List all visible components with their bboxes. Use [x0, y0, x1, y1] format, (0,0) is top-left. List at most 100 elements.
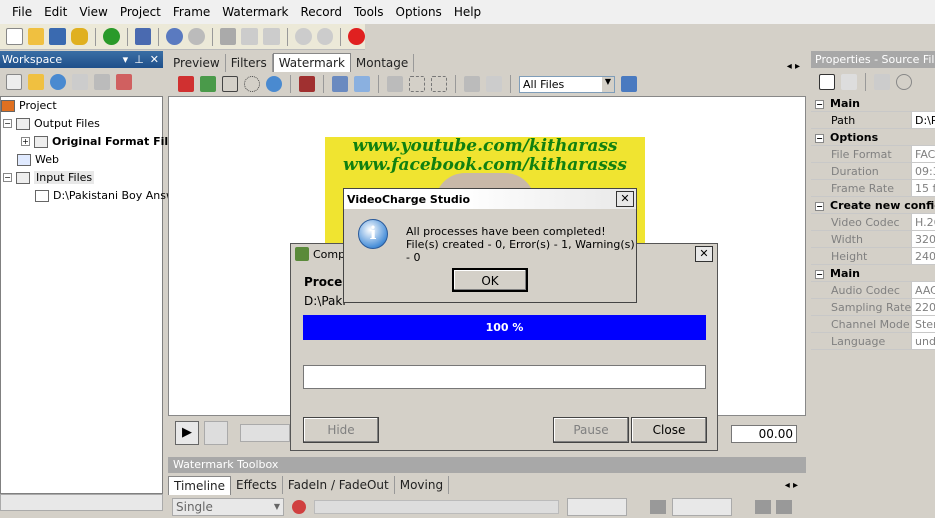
cut-icon[interactable]: [219, 28, 237, 45]
import-icon[interactable]: [486, 76, 502, 92]
delete-icon[interactable]: [292, 500, 306, 514]
mode-select[interactable]: Single ▼: [172, 498, 284, 516]
chevron-down-icon[interactable]: ▼: [274, 499, 283, 515]
dropdown-icon[interactable]: ▾: [123, 53, 129, 66]
remove-key-icon[interactable]: [776, 500, 792, 514]
flask-icon[interactable]: [134, 28, 152, 45]
start-time-field[interactable]: [567, 498, 627, 516]
stop-icon[interactable]: [204, 421, 228, 445]
text-watermark-icon[interactable]: [178, 76, 194, 92]
tree-input-files[interactable]: − Input Files: [3, 171, 95, 184]
end-time-field[interactable]: [672, 498, 732, 516]
edit-icon[interactable]: [72, 74, 88, 90]
property-category[interactable]: − Main: [811, 265, 935, 282]
tools-icon[interactable]: [464, 76, 480, 92]
property-category[interactable]: − Options: [811, 129, 935, 146]
time-field[interactable]: 00.00: [731, 425, 797, 443]
settings-icon[interactable]: [874, 74, 890, 90]
image-watermark-icon[interactable]: [200, 76, 216, 92]
property-value[interactable]: 320: [911, 231, 935, 248]
collapse-icon[interactable]: −: [815, 270, 824, 279]
eraser-icon[interactable]: [354, 76, 370, 92]
property-row[interactable]: Sampling Rate 220: [811, 299, 935, 316]
property-value[interactable]: 240: [911, 248, 935, 265]
property-value[interactable]: D:\P: [911, 112, 935, 129]
copyright-icon[interactable]: [896, 74, 912, 90]
property-row[interactable]: File Format FAC: [811, 146, 935, 163]
tab-scroll-arrows[interactable]: ◂ ▸: [777, 480, 806, 491]
collapse-icon[interactable]: −: [3, 173, 12, 182]
property-value[interactable]: Ster: [911, 316, 935, 333]
menu-watermark[interactable]: Watermark: [216, 5, 294, 19]
edit-key-icon[interactable]: [755, 500, 771, 514]
redo-icon[interactable]: [188, 28, 205, 45]
tab-fadein-fadeout[interactable]: FadeIn / FadeOut: [283, 476, 395, 494]
property-row[interactable]: Frame Rate 15 f: [811, 180, 935, 197]
tab-filters[interactable]: Filters: [226, 54, 273, 72]
categorized-icon[interactable]: [819, 74, 835, 90]
menu-record[interactable]: Record: [294, 5, 347, 19]
collapse-icon[interactable]: −: [815, 134, 824, 143]
copy-icon[interactable]: [241, 28, 259, 45]
menu-edit[interactable]: Edit: [38, 5, 73, 19]
property-row[interactable]: PathD:\P: [811, 112, 935, 129]
property-row[interactable]: Language und: [811, 333, 935, 350]
move-icon[interactable]: [621, 76, 637, 92]
add-circle-icon[interactable]: [294, 28, 312, 45]
tab-scroll-arrows[interactable]: ◂ ▸: [779, 61, 808, 72]
save-icon[interactable]: [49, 28, 67, 45]
hide-button[interactable]: Hide: [303, 417, 379, 443]
paste-icon[interactable]: [263, 28, 280, 45]
film-icon[interactable]: [299, 76, 315, 92]
ok-button[interactable]: OK: [452, 268, 528, 292]
menu-help[interactable]: Help: [448, 5, 487, 19]
edit-key-icon[interactable]: [650, 500, 666, 514]
tree-original-format[interactable]: + Original Format File: [21, 135, 176, 148]
expand-icon[interactable]: +: [21, 137, 30, 146]
collapse-icon[interactable]: −: [815, 202, 824, 211]
pin-icon[interactable]: ⊥: [134, 53, 144, 66]
play-icon[interactable]: [102, 28, 120, 45]
property-value[interactable]: 220: [911, 299, 935, 316]
tree-project[interactable]: Project: [1, 99, 57, 112]
web-add-icon[interactable]: [50, 74, 66, 90]
menu-frame[interactable]: Frame: [167, 5, 216, 19]
property-row[interactable]: Height 240: [811, 248, 935, 265]
seek-slider[interactable]: [240, 424, 290, 442]
property-value[interactable]: H.26: [911, 214, 935, 231]
tab-effects[interactable]: Effects: [231, 476, 283, 494]
pen-icon[interactable]: [387, 76, 403, 92]
add-file-icon[interactable]: [6, 74, 22, 90]
tree-web[interactable]: Web: [17, 153, 59, 166]
property-value[interactable]: 09:3: [911, 163, 935, 180]
property-row[interactable]: Audio CodecAAC: [811, 282, 935, 299]
property-row[interactable]: Duration09:3: [811, 163, 935, 180]
collapse-icon[interactable]: −: [815, 100, 824, 109]
tree-output-files[interactable]: − Output Files: [3, 117, 100, 130]
undo-icon[interactable]: [166, 28, 184, 45]
tab-preview[interactable]: Preview: [168, 54, 226, 72]
property-category[interactable]: − Main: [811, 95, 935, 112]
open-folder-icon[interactable]: [27, 28, 45, 45]
menu-options[interactable]: Options: [390, 5, 448, 19]
tree-input-item[interactable]: D:\Pakistani Boy Answ: [35, 189, 175, 202]
tab-timeline[interactable]: Timeline: [168, 475, 232, 495]
collapse-icon[interactable]: −: [3, 119, 12, 128]
property-value[interactable]: 15 f: [911, 180, 935, 197]
stop-icon[interactable]: [348, 28, 365, 45]
property-row[interactable]: Video CodecH.26: [811, 214, 935, 231]
new-icon[interactable]: [6, 28, 23, 45]
ellipse-icon[interactable]: [244, 76, 260, 92]
select-icon[interactable]: [409, 76, 425, 92]
close-icon[interactable]: ✕: [150, 53, 159, 66]
chevron-down-icon[interactable]: ▼: [602, 76, 614, 92]
workspace-hscrollbar[interactable]: [0, 494, 163, 511]
close-icon[interactable]: ✕: [616, 191, 634, 207]
add-folder-icon[interactable]: [28, 74, 44, 90]
layer-icon[interactable]: [332, 76, 348, 92]
rectangle-icon[interactable]: [222, 76, 238, 92]
menu-project[interactable]: Project: [114, 5, 167, 19]
property-value[interactable]: AAC: [911, 282, 935, 299]
globe-icon[interactable]: [266, 76, 282, 92]
database-icon[interactable]: [71, 28, 88, 45]
